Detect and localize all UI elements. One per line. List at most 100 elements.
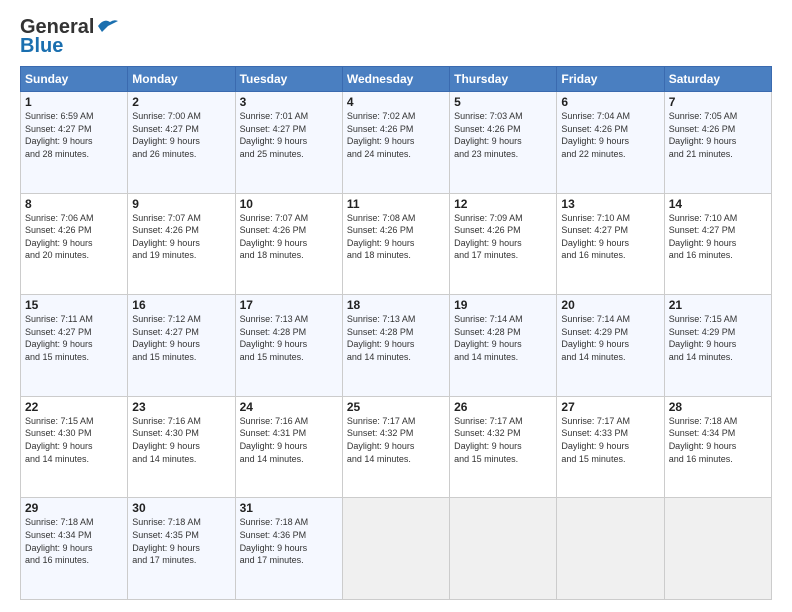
calendar-cell: 9Sunrise: 7:07 AM Sunset: 4:26 PM Daylig… <box>128 193 235 295</box>
weekday-header: Sunday <box>21 67 128 92</box>
day-info: Sunrise: 7:18 AM Sunset: 4:36 PM Dayligh… <box>240 516 338 566</box>
calendar-cell <box>450 498 557 600</box>
calendar-cell <box>664 498 771 600</box>
calendar-cell: 23Sunrise: 7:16 AM Sunset: 4:30 PM Dayli… <box>128 396 235 498</box>
day-info: Sunrise: 7:14 AM Sunset: 4:29 PM Dayligh… <box>561 313 659 363</box>
day-number: 19 <box>454 298 552 312</box>
day-info: Sunrise: 7:10 AM Sunset: 4:27 PM Dayligh… <box>669 212 767 262</box>
calendar-cell: 29Sunrise: 7:18 AM Sunset: 4:34 PM Dayli… <box>21 498 128 600</box>
day-number: 23 <box>132 400 230 414</box>
logo-bird-icon <box>96 18 118 34</box>
day-info: Sunrise: 7:18 AM Sunset: 4:35 PM Dayligh… <box>132 516 230 566</box>
calendar-cell: 24Sunrise: 7:16 AM Sunset: 4:31 PM Dayli… <box>235 396 342 498</box>
calendar-cell: 17Sunrise: 7:13 AM Sunset: 4:28 PM Dayli… <box>235 295 342 397</box>
day-number: 12 <box>454 197 552 211</box>
day-number: 16 <box>132 298 230 312</box>
day-number: 5 <box>454 95 552 109</box>
calendar-cell: 20Sunrise: 7:14 AM Sunset: 4:29 PM Dayli… <box>557 295 664 397</box>
day-info: Sunrise: 7:12 AM Sunset: 4:27 PM Dayligh… <box>132 313 230 363</box>
calendar-cell: 8Sunrise: 7:06 AM Sunset: 4:26 PM Daylig… <box>21 193 128 295</box>
logo-blue: Blue <box>20 35 63 58</box>
day-number: 3 <box>240 95 338 109</box>
calendar-cell: 21Sunrise: 7:15 AM Sunset: 4:29 PM Dayli… <box>664 295 771 397</box>
calendar-cell: 7Sunrise: 7:05 AM Sunset: 4:26 PM Daylig… <box>664 92 771 194</box>
day-info: Sunrise: 6:59 AM Sunset: 4:27 PM Dayligh… <box>25 110 123 160</box>
day-info: Sunrise: 7:04 AM Sunset: 4:26 PM Dayligh… <box>561 110 659 160</box>
day-number: 29 <box>25 501 123 515</box>
day-number: 28 <box>669 400 767 414</box>
day-number: 13 <box>561 197 659 211</box>
day-number: 26 <box>454 400 552 414</box>
day-info: Sunrise: 7:14 AM Sunset: 4:28 PM Dayligh… <box>454 313 552 363</box>
header: General Blue <box>20 16 772 58</box>
day-number: 4 <box>347 95 445 109</box>
day-number: 2 <box>132 95 230 109</box>
day-number: 22 <box>25 400 123 414</box>
day-number: 18 <box>347 298 445 312</box>
calendar-cell: 14Sunrise: 7:10 AM Sunset: 4:27 PM Dayli… <box>664 193 771 295</box>
calendar-cell: 28Sunrise: 7:18 AM Sunset: 4:34 PM Dayli… <box>664 396 771 498</box>
calendar-cell: 31Sunrise: 7:18 AM Sunset: 4:36 PM Dayli… <box>235 498 342 600</box>
calendar-cell: 27Sunrise: 7:17 AM Sunset: 4:33 PM Dayli… <box>557 396 664 498</box>
calendar-cell: 19Sunrise: 7:14 AM Sunset: 4:28 PM Dayli… <box>450 295 557 397</box>
weekday-header: Tuesday <box>235 67 342 92</box>
day-info: Sunrise: 7:17 AM Sunset: 4:32 PM Dayligh… <box>454 415 552 465</box>
day-info: Sunrise: 7:16 AM Sunset: 4:30 PM Dayligh… <box>132 415 230 465</box>
day-info: Sunrise: 7:18 AM Sunset: 4:34 PM Dayligh… <box>25 516 123 566</box>
day-info: Sunrise: 7:11 AM Sunset: 4:27 PM Dayligh… <box>25 313 123 363</box>
day-info: Sunrise: 7:08 AM Sunset: 4:26 PM Dayligh… <box>347 212 445 262</box>
day-number: 27 <box>561 400 659 414</box>
calendar-cell: 30Sunrise: 7:18 AM Sunset: 4:35 PM Dayli… <box>128 498 235 600</box>
calendar-cell: 10Sunrise: 7:07 AM Sunset: 4:26 PM Dayli… <box>235 193 342 295</box>
day-info: Sunrise: 7:18 AM Sunset: 4:34 PM Dayligh… <box>669 415 767 465</box>
day-info: Sunrise: 7:05 AM Sunset: 4:26 PM Dayligh… <box>669 110 767 160</box>
day-number: 15 <box>25 298 123 312</box>
day-info: Sunrise: 7:03 AM Sunset: 4:26 PM Dayligh… <box>454 110 552 160</box>
day-info: Sunrise: 7:15 AM Sunset: 4:30 PM Dayligh… <box>25 415 123 465</box>
day-number: 31 <box>240 501 338 515</box>
day-info: Sunrise: 7:17 AM Sunset: 4:32 PM Dayligh… <box>347 415 445 465</box>
day-number: 8 <box>25 197 123 211</box>
day-number: 6 <box>561 95 659 109</box>
logo: General Blue <box>20 16 118 58</box>
day-number: 30 <box>132 501 230 515</box>
calendar-cell: 18Sunrise: 7:13 AM Sunset: 4:28 PM Dayli… <box>342 295 449 397</box>
calendar-table: SundayMondayTuesdayWednesdayThursdayFrid… <box>20 66 772 600</box>
calendar-cell: 2Sunrise: 7:00 AM Sunset: 4:27 PM Daylig… <box>128 92 235 194</box>
day-number: 9 <box>132 197 230 211</box>
day-number: 21 <box>669 298 767 312</box>
calendar-cell: 3Sunrise: 7:01 AM Sunset: 4:27 PM Daylig… <box>235 92 342 194</box>
calendar-cell <box>557 498 664 600</box>
calendar-cell: 22Sunrise: 7:15 AM Sunset: 4:30 PM Dayli… <box>21 396 128 498</box>
day-info: Sunrise: 7:09 AM Sunset: 4:26 PM Dayligh… <box>454 212 552 262</box>
day-info: Sunrise: 7:01 AM Sunset: 4:27 PM Dayligh… <box>240 110 338 160</box>
day-info: Sunrise: 7:06 AM Sunset: 4:26 PM Dayligh… <box>25 212 123 262</box>
weekday-header: Friday <box>557 67 664 92</box>
day-number: 17 <box>240 298 338 312</box>
weekday-header: Saturday <box>664 67 771 92</box>
calendar-cell: 16Sunrise: 7:12 AM Sunset: 4:27 PM Dayli… <box>128 295 235 397</box>
day-info: Sunrise: 7:00 AM Sunset: 4:27 PM Dayligh… <box>132 110 230 160</box>
day-number: 7 <box>669 95 767 109</box>
calendar-cell <box>342 498 449 600</box>
day-number: 1 <box>25 95 123 109</box>
day-info: Sunrise: 7:17 AM Sunset: 4:33 PM Dayligh… <box>561 415 659 465</box>
day-info: Sunrise: 7:13 AM Sunset: 4:28 PM Dayligh… <box>240 313 338 363</box>
weekday-header: Thursday <box>450 67 557 92</box>
day-info: Sunrise: 7:07 AM Sunset: 4:26 PM Dayligh… <box>240 212 338 262</box>
day-number: 10 <box>240 197 338 211</box>
day-info: Sunrise: 7:13 AM Sunset: 4:28 PM Dayligh… <box>347 313 445 363</box>
calendar-cell: 11Sunrise: 7:08 AM Sunset: 4:26 PM Dayli… <box>342 193 449 295</box>
calendar-cell: 26Sunrise: 7:17 AM Sunset: 4:32 PM Dayli… <box>450 396 557 498</box>
day-info: Sunrise: 7:10 AM Sunset: 4:27 PM Dayligh… <box>561 212 659 262</box>
day-number: 25 <box>347 400 445 414</box>
weekday-header: Monday <box>128 67 235 92</box>
weekday-header: Wednesday <box>342 67 449 92</box>
day-number: 11 <box>347 197 445 211</box>
calendar-cell: 4Sunrise: 7:02 AM Sunset: 4:26 PM Daylig… <box>342 92 449 194</box>
day-info: Sunrise: 7:02 AM Sunset: 4:26 PM Dayligh… <box>347 110 445 160</box>
day-info: Sunrise: 7:16 AM Sunset: 4:31 PM Dayligh… <box>240 415 338 465</box>
calendar-cell: 15Sunrise: 7:11 AM Sunset: 4:27 PM Dayli… <box>21 295 128 397</box>
day-number: 14 <box>669 197 767 211</box>
day-info: Sunrise: 7:15 AM Sunset: 4:29 PM Dayligh… <box>669 313 767 363</box>
